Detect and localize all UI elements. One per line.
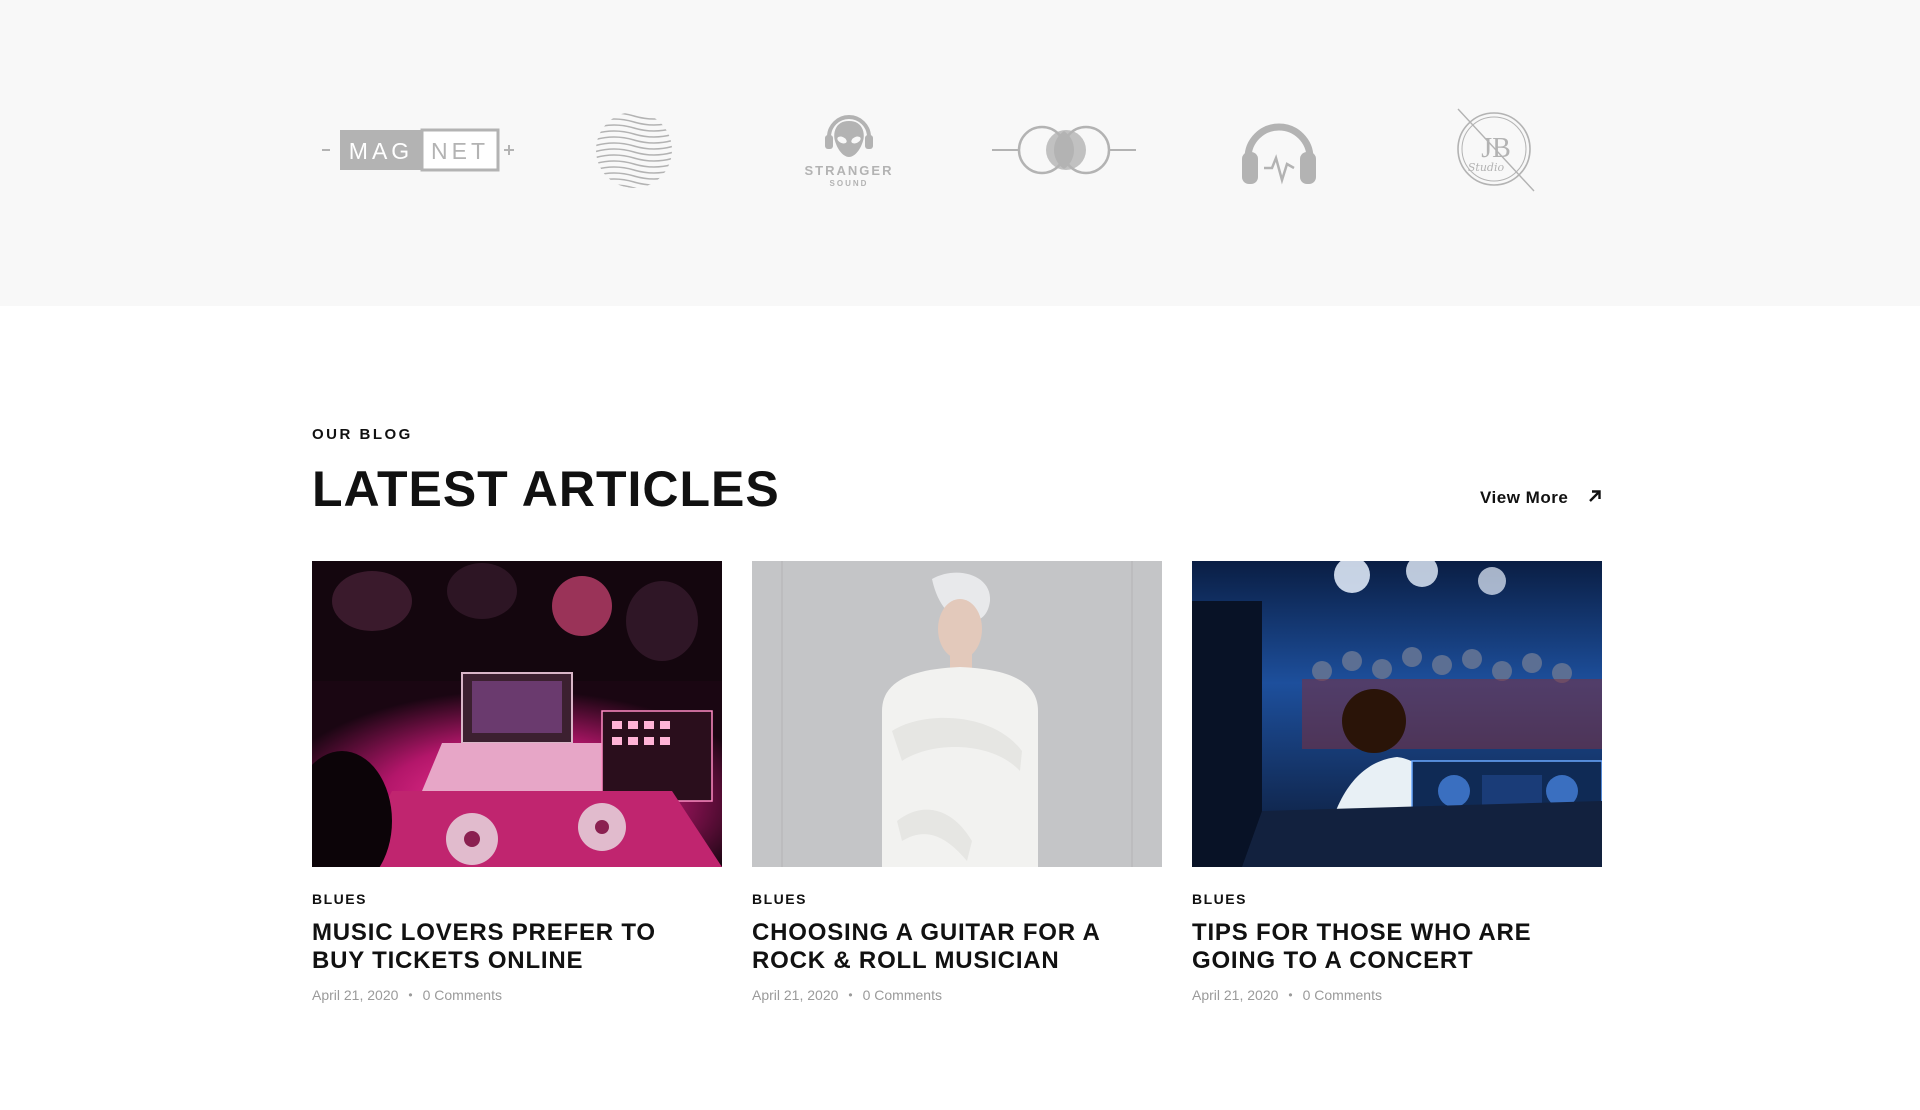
meta-separator-icon: • xyxy=(848,988,853,1002)
blog-eyebrow: OUR BLOG xyxy=(312,426,413,443)
article-category[interactable]: BLUES xyxy=(752,891,1162,907)
magnet-logo-right-text: NET xyxy=(431,138,489,164)
magnet-logo-left-text: MAG xyxy=(349,138,413,164)
stranger-sound-logo[interactable]: STRANGER SOUND xyxy=(798,100,900,200)
article-comments[interactable]: 0 Comments xyxy=(423,987,502,1003)
jb-studio-text: JB xyxy=(1481,133,1511,164)
article-image-dj-controller[interactable] xyxy=(312,561,722,867)
article-date[interactable]: April 21, 2020 xyxy=(312,987,398,1003)
page-title: LATEST ARTICLES xyxy=(312,461,780,517)
article-image-dj-crowd[interactable] xyxy=(1192,561,1602,867)
article-card: BLUES MUSIC LOVERS PREFER TO BUY TICKETS… xyxy=(312,561,722,1003)
article-meta: April 21, 2020 • 0 Comments xyxy=(1192,987,1602,1003)
view-more-label: View More xyxy=(1480,488,1569,507)
article-category[interactable]: BLUES xyxy=(312,891,722,907)
article-title[interactable]: MUSIC LOVERS PREFER TO BUY TICKETS ONLIN… xyxy=(312,919,712,975)
magnet-logo[interactable]: MAG NET xyxy=(322,100,516,200)
meta-separator-icon: • xyxy=(1288,988,1293,1002)
article-date[interactable]: April 21, 2020 xyxy=(752,987,838,1003)
stranger-sound-subtext: SOUND xyxy=(830,179,869,188)
article-title[interactable]: CHOOSING A GUITAR FOR A ROCK & ROLL MUSI… xyxy=(752,919,1152,975)
article-comments[interactable]: 0 Comments xyxy=(863,987,942,1003)
article-title[interactable]: TIPS FOR THOSE WHO ARE GOING TO A CONCER… xyxy=(1192,919,1592,975)
stranger-sound-text: STRANGER xyxy=(805,163,894,178)
article-image-white-sweater[interactable] xyxy=(752,561,1162,867)
article-category[interactable]: BLUES xyxy=(1192,891,1602,907)
jb-studio-subtext: Studio xyxy=(1468,161,1505,174)
wave-circle-logo[interactable] xyxy=(594,100,674,200)
article-meta: April 21, 2020 • 0 Comments xyxy=(752,987,1162,1003)
article-card: BLUES TIPS FOR THOSE WHO ARE GOING TO A … xyxy=(1192,561,1602,1003)
article-date[interactable]: April 21, 2020 xyxy=(1192,987,1278,1003)
jb-studio-logo[interactable]: JB Studio xyxy=(1450,100,1538,200)
partner-logos-section: MAG NET STRANGER SOUND JB Studio xyxy=(0,0,1920,306)
headphones-logo[interactable] xyxy=(1240,100,1318,200)
view-more-link[interactable]: View More xyxy=(1480,484,1602,512)
arrow-up-right-icon xyxy=(1588,488,1602,508)
article-meta: April 21, 2020 • 0 Comments xyxy=(312,987,722,1003)
article-card: BLUES CHOOSING A GUITAR FOR A ROCK & ROL… xyxy=(752,561,1162,1003)
circles-logo[interactable] xyxy=(992,100,1136,200)
meta-separator-icon: • xyxy=(408,988,413,1002)
article-comments[interactable]: 0 Comments xyxy=(1303,987,1382,1003)
